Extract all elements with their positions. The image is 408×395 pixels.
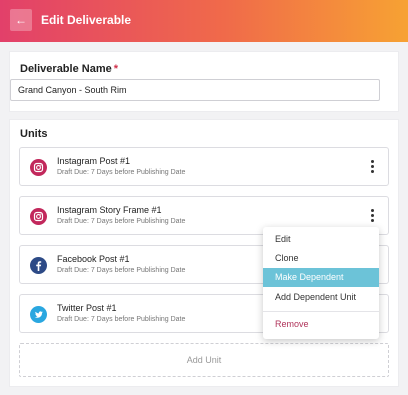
deliverable-name-label: Deliverable Name *: [20, 63, 118, 75]
page-title: Edit Deliverable: [41, 13, 132, 27]
unit-title: Twitter Post #1: [57, 303, 117, 313]
unit-item-instagram-post[interactable]: Instagram Post #1 Draft Due: 7 Days befo…: [19, 147, 389, 186]
unit-title: Instagram Post #1: [57, 156, 131, 166]
instagram-icon: [30, 208, 47, 225]
add-unit-button[interactable]: Add Unit: [19, 343, 389, 377]
menu-item-clone[interactable]: Clone: [263, 249, 379, 268]
menu-item-edit[interactable]: Edit: [263, 230, 379, 249]
menu-divider: [263, 311, 379, 312]
twitter-icon: [30, 306, 47, 323]
header-bar: ← Edit Deliverable: [0, 0, 408, 42]
menu-item-remove[interactable]: Remove: [263, 315, 379, 334]
unit-due-date: Draft Due: 7 Days before Publishing Date: [57, 218, 186, 225]
unit-title: Instagram Story Frame #1: [57, 205, 162, 215]
unit-due-date: Draft Due: 7 Days before Publishing Date: [57, 169, 186, 176]
unit-context-menu: Edit Clone Make Dependent Add Dependent …: [263, 227, 379, 339]
units-heading: Units: [20, 128, 48, 140]
arrow-left-icon: ←: [15, 13, 27, 27]
more-options-icon[interactable]: [370, 209, 376, 223]
menu-item-add-dependent-unit[interactable]: Add Dependent Unit: [263, 288, 379, 307]
more-options-icon[interactable]: [370, 160, 376, 174]
back-button[interactable]: ←: [10, 9, 32, 31]
facebook-icon: [30, 257, 47, 274]
instagram-icon: [30, 159, 47, 176]
menu-item-make-dependent[interactable]: Make Dependent: [263, 268, 379, 287]
deliverable-name-label-text: Deliverable Name: [20, 63, 112, 75]
unit-due-date: Draft Due: 7 Days before Publishing Date: [57, 267, 186, 274]
unit-title: Facebook Post #1: [57, 254, 130, 264]
unit-due-date: Draft Due: 7 Days before Publishing Date: [57, 316, 186, 323]
deliverable-name-input[interactable]: [10, 79, 380, 101]
required-marker: *: [113, 63, 118, 75]
